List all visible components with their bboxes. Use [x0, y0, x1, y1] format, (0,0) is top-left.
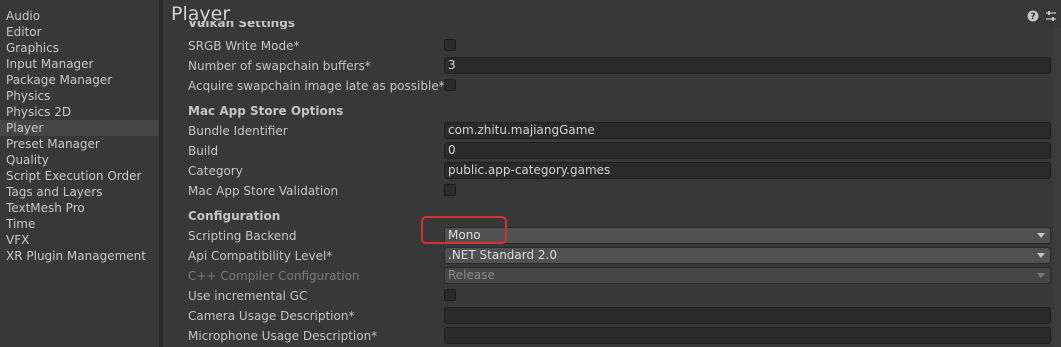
- sidebar-item-package-manager[interactable]: Package Manager: [0, 72, 159, 88]
- use-incremental-gc-checkbox[interactable]: [444, 289, 456, 301]
- mac-app-store-validation-label: Mac App Store Validation: [188, 184, 339, 198]
- srgb-write-mode-label: SRGB Write Mode*: [188, 39, 300, 53]
- sidebar-item-physics[interactable]: Physics: [0, 88, 159, 104]
- row-srgb-write-mode: SRGB Write Mode*: [188, 36, 1053, 56]
- sidebar-item-vfx[interactable]: VFX: [0, 232, 159, 248]
- section-title-vulkan: Vulkan Settings: [188, 21, 295, 29]
- row-mac-app-store-validation: Mac App Store Validation: [188, 181, 1053, 201]
- swapchain-buffers-field[interactable]: 3: [444, 57, 1051, 74]
- cpp-compiler-configuration-value: Release: [448, 268, 495, 282]
- build-field[interactable]: 0: [444, 142, 1051, 159]
- bundle-identifier-field[interactable]: com.zhitu.majiangGame: [444, 122, 1051, 139]
- microphone-usage-description-field[interactable]: [444, 327, 1051, 344]
- sidebar-item-preset-manager[interactable]: Preset Manager: [0, 136, 159, 152]
- sidebar-item-audio[interactable]: Audio: [0, 8, 159, 24]
- panel-header: Player ?: [163, 0, 1061, 28]
- row-acquire-swapchain: Acquire swapchain image late as possible…: [188, 76, 1053, 96]
- row-build: Build 0: [188, 141, 1053, 161]
- sidebar-item-player[interactable]: Player: [0, 120, 159, 136]
- category-label: Category: [188, 164, 243, 178]
- scripting-backend-value: Mono: [448, 228, 481, 242]
- camera-usage-description-label: Camera Usage Description*: [188, 309, 355, 323]
- swapchain-buffers-label: Number of swapchain buffers*: [188, 59, 371, 73]
- camera-usage-description-field[interactable]: [444, 307, 1051, 324]
- row-category: Category public.app-category.games: [188, 161, 1053, 181]
- player-settings-panel: Player ? Vulkan Settings SRGB Write Mode…: [163, 0, 1061, 347]
- category-field[interactable]: public.app-category.games: [444, 162, 1051, 179]
- use-incremental-gc-label: Use incremental GC: [188, 289, 308, 303]
- bundle-identifier-label: Bundle Identifier: [188, 124, 288, 138]
- row-microphone-usage-description: Microphone Usage Description*: [188, 326, 1053, 346]
- scripting-backend-dropdown[interactable]: Mono: [444, 227, 1051, 244]
- row-camera-usage-description: Camera Usage Description*: [188, 306, 1053, 326]
- cpp-compiler-configuration-label: C++ Compiler Configuration: [188, 269, 360, 283]
- row-scripting-backend: Scripting Backend Mono: [188, 226, 1053, 246]
- api-compatibility-level-value: .NET Standard 2.0: [448, 248, 558, 262]
- cpp-compiler-configuration-dropdown: Release: [444, 267, 1051, 284]
- sidebar-item-tags-and-layers[interactable]: Tags and Layers: [0, 184, 159, 200]
- mac-app-store-validation-checkbox[interactable]: [444, 184, 456, 196]
- scripting-backend-label: Scripting Backend: [188, 229, 297, 243]
- sidebar-item-physics-2d[interactable]: Physics 2D: [0, 104, 159, 120]
- srgb-write-mode-checkbox[interactable]: [444, 39, 456, 51]
- row-bundle-identifier: Bundle Identifier com.zhitu.majiangGame: [188, 121, 1053, 141]
- sidebar-item-quality[interactable]: Quality: [0, 152, 159, 168]
- project-settings-window: Audio Editor Graphics Input Manager Pack…: [0, 0, 1061, 347]
- section-title-mac-app-store: Mac App Store Options: [188, 104, 344, 118]
- sidebar-item-graphics[interactable]: Graphics: [0, 40, 159, 56]
- sidebar-item-script-execution-order[interactable]: Script Execution Order: [0, 168, 159, 184]
- sidebar-item-time[interactable]: Time: [0, 216, 159, 232]
- row-use-incremental-gc: Use incremental GC: [188, 286, 1053, 306]
- row-api-compatibility-level: Api Compatibility Level* .NET Standard 2…: [188, 246, 1053, 266]
- dropdown-arrow-icon: [1037, 233, 1045, 238]
- help-icon[interactable]: ?: [1027, 10, 1039, 22]
- dropdown-arrow-icon: [1037, 253, 1045, 258]
- row-cpp-compiler-configuration: C++ Compiler Configuration Release: [188, 266, 1053, 286]
- sidebar-item-textmesh-pro[interactable]: TextMesh Pro: [0, 200, 159, 216]
- sidebar-item-editor[interactable]: Editor: [0, 24, 159, 40]
- microphone-usage-description-label: Microphone Usage Description*: [188, 329, 378, 343]
- vertical-scrollbar[interactable]: [1053, 28, 1061, 347]
- row-swapchain-buffers: Number of swapchain buffers* 3: [188, 56, 1053, 76]
- acquire-swapchain-label: Acquire swapchain image late as possible…: [188, 79, 445, 93]
- api-compatibility-level-dropdown[interactable]: .NET Standard 2.0: [444, 247, 1051, 264]
- svg-text:?: ?: [1030, 12, 1035, 22]
- acquire-swapchain-checkbox[interactable]: [444, 79, 456, 91]
- sidebar-item-xr-plugin-management[interactable]: XR Plugin Management: [0, 248, 159, 264]
- api-compatibility-level-label: Api Compatibility Level*: [188, 249, 333, 263]
- preset-settings-icon[interactable]: [1045, 10, 1057, 22]
- sidebar-item-input-manager[interactable]: Input Manager: [0, 56, 159, 72]
- settings-sidebar: Audio Editor Graphics Input Manager Pack…: [0, 0, 160, 347]
- dropdown-arrow-icon: [1037, 273, 1045, 278]
- section-title-configuration: Configuration: [188, 209, 281, 223]
- build-label: Build: [188, 144, 219, 158]
